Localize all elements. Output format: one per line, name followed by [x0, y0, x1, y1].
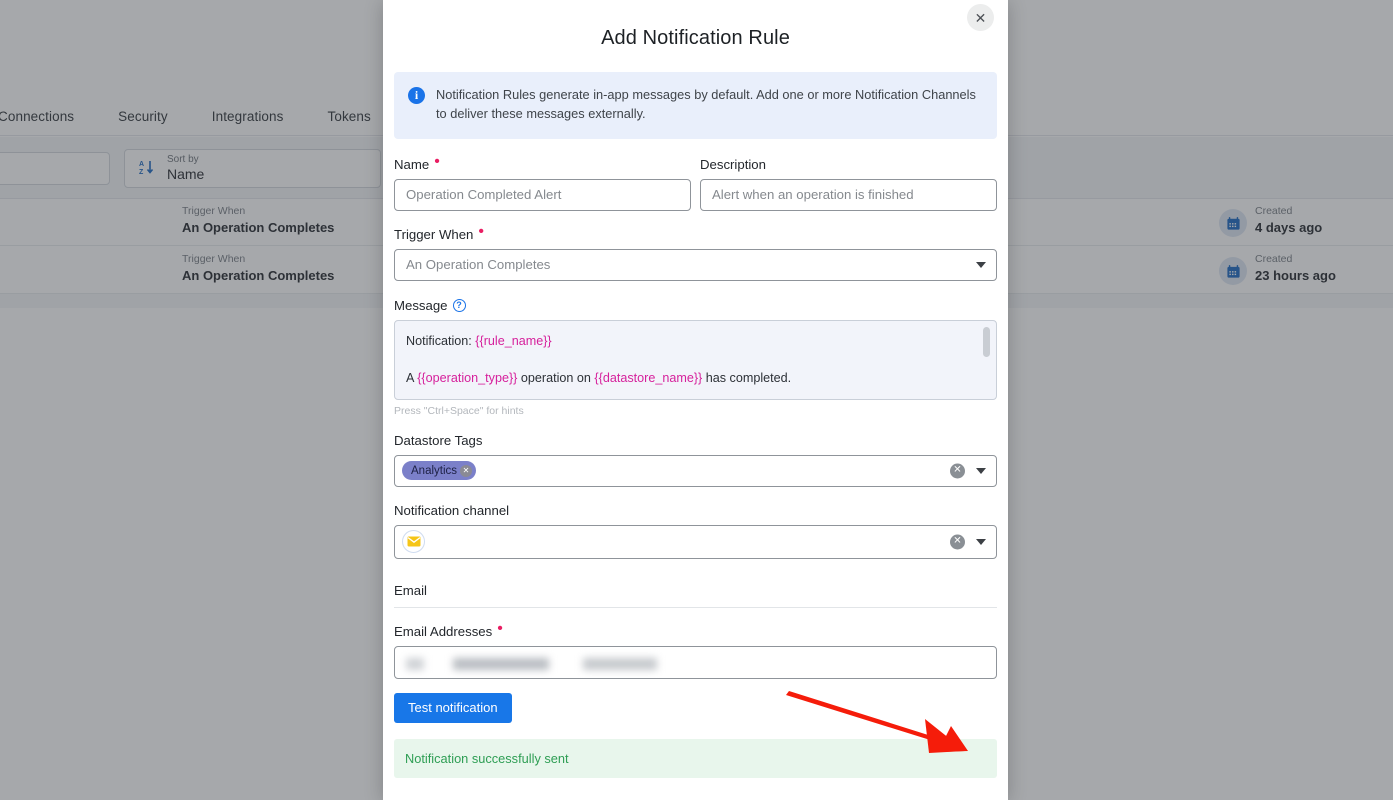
message-scrollbar-thumb[interactable]	[983, 326, 990, 357]
info-banner-text: Notification Rules generate in-app messa…	[436, 87, 976, 121]
add-notification-rule-dialog: ✕ Add Notification Rule i Notification R…	[383, 0, 1008, 800]
message-line-1: Notification: {{rule_name}}	[406, 332, 970, 350]
template-variable-operation-type: {{operation_type}}	[417, 371, 518, 386]
message-hint: Press "Ctrl+Space" for hints	[394, 404, 524, 417]
message-label: Message ?	[394, 298, 997, 313]
remove-tag-icon[interactable]: ✕	[460, 464, 473, 477]
trigger-when-label: Trigger When •	[394, 223, 485, 242]
info-banner: i Notification Rules generate in-app mes…	[394, 72, 997, 139]
tag-chip-label: Analytics	[411, 464, 458, 477]
message-editor[interactable]: Notification: {{rule_name}} A {{operatio…	[394, 319, 997, 400]
datastore-tags-label: Datastore Tags	[394, 433, 997, 448]
email-addresses-input[interactable]	[394, 645, 997, 679]
trigger-when-select[interactable]: An Operation Completes	[394, 248, 997, 281]
template-variable-datastore-name: {{datastore_name}}	[594, 371, 703, 386]
description-label: Description	[700, 157, 997, 172]
datastore-tags-select[interactable]: Analytics ✕ ✕	[394, 454, 997, 487]
chevron-down-icon	[976, 261, 986, 268]
chevron-down-icon[interactable]	[976, 538, 986, 545]
message-line2-b: operation on	[517, 371, 595, 386]
clear-icon[interactable]: ✕	[950, 534, 965, 550]
name-label: Name •	[394, 153, 440, 172]
name-label-text: Name	[394, 156, 430, 172]
name-input[interactable]	[394, 178, 691, 211]
success-banner: Notification successfully sent	[394, 738, 997, 778]
notification-channel-label-text: Notification channel	[394, 502, 510, 518]
email-section-heading: Email	[394, 583, 997, 608]
question-circle-icon[interactable]: ?	[452, 298, 466, 312]
notification-channel-label: Notification channel	[394, 503, 997, 518]
datastore-tags-label-text: Datastore Tags	[394, 432, 483, 448]
email-icon[interactable]	[402, 530, 425, 554]
tag-chip[interactable]: Analytics ✕	[402, 461, 477, 481]
email-addresses-label: Email Addresses •	[394, 620, 503, 639]
info-icon: i	[408, 87, 425, 104]
message-line-2: A {{operation_type}} operation on {{data…	[406, 369, 970, 387]
message-label-text: Message	[394, 297, 448, 313]
clear-icon[interactable]: ✕	[950, 463, 965, 479]
redacted-value	[406, 656, 657, 671]
notification-channel-select[interactable]: ✕	[394, 524, 997, 559]
message-line2-c: has completed.	[702, 371, 792, 386]
trigger-when-value: An Operation Completes	[406, 257, 551, 273]
message-line2-a: A	[406, 371, 418, 386]
success-message-text: Notification successfully sent	[405, 750, 569, 766]
description-label-text: Description	[700, 156, 766, 172]
close-icon[interactable]: ✕	[967, 4, 994, 31]
trigger-when-label-text: Trigger When	[394, 226, 474, 242]
template-variable-rule-name: {{rule_name}}	[475, 333, 552, 348]
test-notification-button[interactable]: Test notification	[394, 692, 512, 723]
chevron-down-icon[interactable]	[976, 467, 986, 474]
dialog-title: Add Notification Rule	[601, 27, 790, 49]
description-input[interactable]	[700, 178, 997, 211]
email-addresses-label-text: Email Addresses	[394, 623, 493, 639]
message-line1-prefix: Notification:	[406, 333, 476, 348]
